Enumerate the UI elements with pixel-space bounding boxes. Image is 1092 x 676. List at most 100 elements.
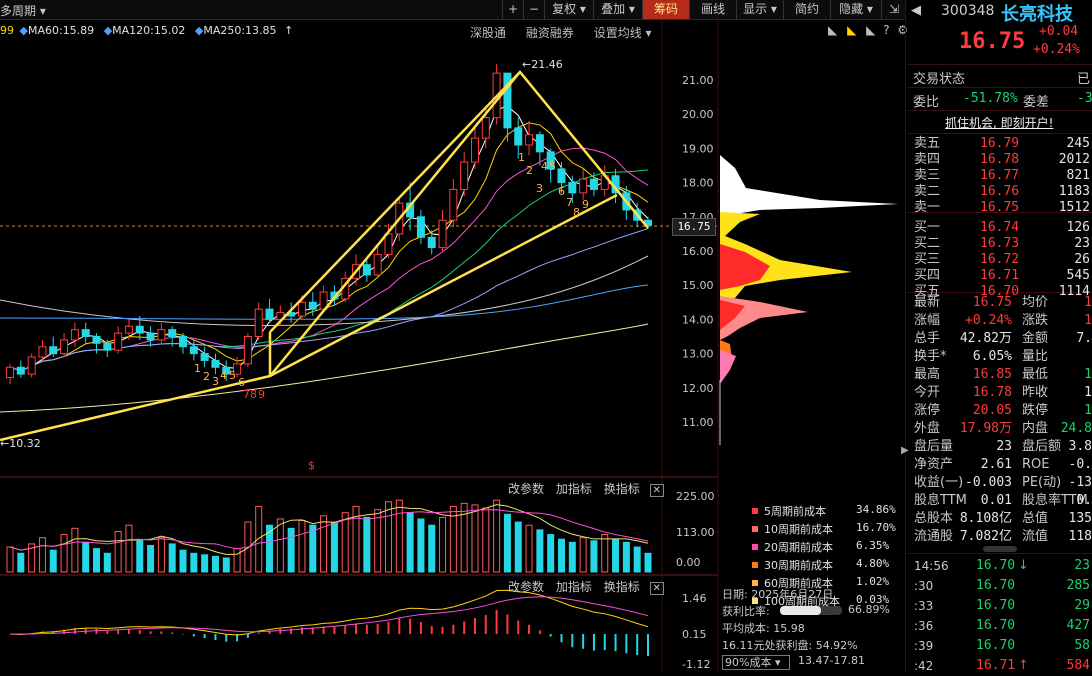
volume-bar: [601, 534, 609, 573]
quote-label2: 均价: [1022, 295, 1049, 310]
quote-label2: 盘后额: [1022, 439, 1062, 454]
ask-row[interactable]: 卖二 16.76 1183: [912, 184, 1092, 200]
volume-bar: [82, 541, 90, 573]
wave-label: 1: [194, 362, 201, 375]
volume-bar: [590, 540, 598, 573]
volume-bar: [493, 499, 501, 573]
quote-label: 最新: [914, 295, 941, 310]
price-tick: 18.00: [682, 177, 714, 190]
candle-body: [308, 301, 317, 310]
bid-row[interactable]: 买一 16.74 126: [912, 220, 1092, 236]
quote-row: 盘后量 23 盘后额 3.8: [912, 438, 1092, 456]
macd-switch-button[interactable]: 换指标: [604, 580, 640, 594]
quote-row: 流通股 7.082亿 流值 118: [912, 528, 1092, 546]
wave-label: 1: [518, 151, 525, 164]
volume-bar: [287, 527, 295, 573]
volume-bar: [536, 529, 544, 573]
ask-row[interactable]: 卖一 16.75 1512: [912, 200, 1092, 216]
quote-row: 最新 16.75 均价 1: [912, 294, 1092, 312]
cost-legend-value: 4.80%: [856, 557, 890, 570]
promo-link[interactable]: 抓住机会, 即刻开户!: [945, 114, 1053, 131]
weicha-label: 委差: [1023, 95, 1050, 110]
quote-value: 6.05%: [972, 349, 1012, 364]
candle-body: [481, 117, 490, 139]
tick-volume: 427: [1066, 618, 1090, 633]
vol-switch-button[interactable]: 换指标: [604, 482, 640, 496]
candle-body: [157, 329, 166, 341]
ask-row[interactable]: 卖三 16.77 821: [912, 168, 1092, 184]
candle-body: [27, 356, 36, 375]
quote-label: 外盘: [914, 421, 941, 436]
volume-bar: [103, 552, 111, 573]
price-tick: 15.00: [682, 279, 714, 292]
wave-label: 9: [258, 388, 265, 401]
volume-bar: [168, 543, 176, 573]
macd-add-button[interactable]: 加指标: [556, 580, 592, 594]
price-tick: 11.00: [682, 416, 714, 429]
panel-collapse-icon[interactable]: ▶: [901, 445, 909, 456]
bid-row[interactable]: 买四 16.71 545: [912, 268, 1092, 284]
ask-row[interactable]: 卖五 16.79 245: [912, 136, 1092, 152]
trade-status-value: 已: [1077, 72, 1091, 87]
bid-row[interactable]: 买三 16.72 26: [912, 252, 1092, 268]
volume-bar: [482, 507, 490, 573]
book-price: 16.75: [980, 200, 1020, 215]
book-label: 卖三: [914, 168, 941, 183]
quote-row: 涨幅 +0.24% 涨跌 1: [912, 312, 1092, 330]
vol-add-button[interactable]: 加指标: [556, 482, 592, 496]
book-price: 16.72: [980, 252, 1020, 267]
candle-body: [6, 366, 14, 379]
book-label: 卖一: [914, 200, 941, 215]
book-volume: 821: [1066, 168, 1090, 183]
volume-bar: [211, 555, 219, 573]
candle-body: [525, 134, 534, 146]
wave-label: 4: [541, 160, 548, 173]
book-label: 卖五: [914, 136, 941, 151]
vol-params-button[interactable]: 改参数: [508, 482, 544, 496]
ask-row[interactable]: 卖四 16.78 2012: [912, 152, 1092, 168]
cost-legend-label: 30周期前成本: [764, 559, 833, 572]
quote-label2: 内盘: [1022, 421, 1049, 436]
quote-row: 总手 42.82万 金额 7.: [912, 330, 1092, 348]
candle-body: [243, 336, 252, 365]
book-volume: 545: [1066, 268, 1090, 283]
candle-body: [470, 137, 479, 163]
volume-bar: [114, 530, 122, 573]
quote-value2: -13: [1068, 475, 1092, 490]
volume-bar: [547, 534, 555, 573]
candle-body: [124, 325, 133, 334]
volume-bar: [579, 537, 587, 573]
macd-close-icon[interactable]: ✕: [649, 582, 664, 595]
tick-time: :33: [914, 599, 934, 613]
tick-arrow: ↓: [1018, 558, 1029, 573]
tick-row: 14:56 16.70 ↓ 23: [912, 556, 1092, 576]
volume-bar: [93, 548, 101, 573]
cost-legend-row: 20周期前成本 6.35%: [752, 539, 902, 557]
quote-label2: 流值: [1022, 529, 1049, 544]
volume-bar: [222, 557, 230, 573]
panel-resize-handle[interactable]: [983, 546, 1017, 552]
tick-time: :42: [914, 659, 934, 673]
book-volume: 23: [1074, 236, 1090, 251]
volume-bar: [49, 549, 57, 573]
tick-volume: 23: [1074, 558, 1090, 573]
volume-bar: [395, 499, 403, 573]
ma-line: [9, 147, 649, 372]
vol-close-icon[interactable]: ✕: [649, 484, 664, 497]
cost-range-select[interactable]: 90%成本 ▾: [722, 655, 790, 670]
candle-body: [38, 346, 47, 358]
quote-row: 换手* 6.05% 量比: [912, 348, 1092, 366]
candle-body: [438, 219, 447, 249]
bid-row[interactable]: 买二 16.73 23: [912, 236, 1092, 252]
volume-bar: [136, 540, 144, 573]
cost-legend-value: 34.86%: [856, 503, 896, 516]
tick-time: 14:56: [914, 559, 949, 573]
macd-params-button[interactable]: 改参数: [508, 580, 544, 594]
trendline-up: [269, 71, 521, 333]
chip-profile-magenta: [720, 350, 736, 384]
back-icon[interactable]: ◀: [911, 3, 921, 18]
candle-body: [92, 336, 101, 344]
quote-label: 盘后量: [914, 439, 954, 454]
quote-value2: 1: [1084, 295, 1092, 310]
book-volume: 245: [1066, 136, 1090, 151]
